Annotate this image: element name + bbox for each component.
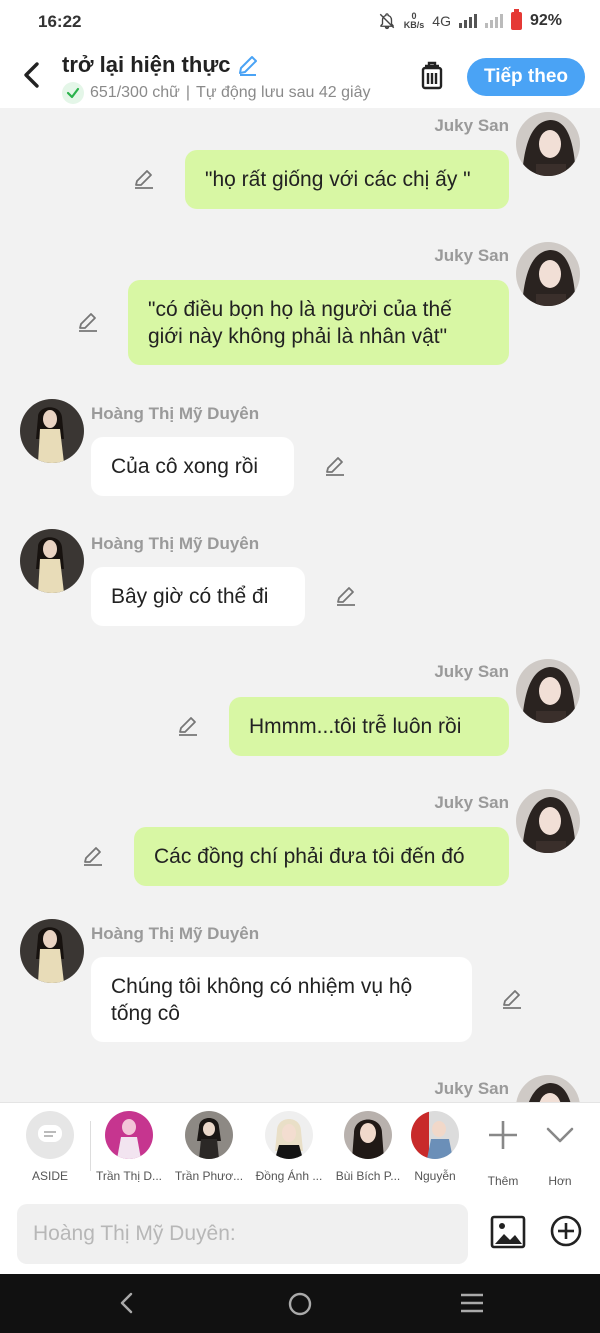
- chat-bubble-icon: [26, 1111, 74, 1159]
- pencil-icon[interactable]: [323, 454, 347, 478]
- add-character-button[interactable]: Thêm: [470, 1111, 536, 1188]
- chevron-down-icon: [546, 1127, 574, 1143]
- nav-home-icon[interactable]: [286, 1290, 314, 1318]
- sender-name: Hoàng Thị Mỹ Duyên: [91, 924, 260, 943]
- pencil-icon[interactable]: [176, 714, 200, 738]
- status-icons: 0 KB/s 4G 92%: [378, 9, 562, 30]
- message-bubble[interactable]: Của cô xong rồi: [91, 437, 294, 496]
- avatar-juky-san[interactable]: [516, 242, 580, 306]
- pencil-icon[interactable]: [132, 167, 156, 191]
- character-avatar: [411, 1111, 459, 1159]
- character-item[interactable]: Trần Phươ...: [170, 1111, 248, 1183]
- character-avatar: [265, 1111, 313, 1159]
- autosave-status: Tự động lưu sau 42 giây: [196, 84, 371, 101]
- character-avatar: [105, 1111, 153, 1159]
- network-type: 4G: [432, 13, 451, 29]
- character-item[interactable]: Bùi Bích P...: [329, 1111, 407, 1183]
- message-bubble[interactable]: "họ rất giống với các chị ấy ": [185, 150, 509, 209]
- sender-name: Juky San: [434, 246, 509, 265]
- character-label: Đồng Ánh ...: [255, 1169, 323, 1183]
- pencil-icon[interactable]: [236, 53, 260, 77]
- word-counter: 651/300 chữ: [90, 84, 180, 101]
- avatar-hoang-thi-my-duyen[interactable]: [20, 919, 84, 983]
- status-time: 16:22: [38, 12, 82, 31]
- battery-icon: [510, 9, 522, 30]
- sender-name: Juky San: [434, 116, 509, 135]
- message-bubble[interactable]: Các đồng chí phải đưa tôi đến đó: [134, 827, 509, 886]
- avatar-juky-san[interactable]: [516, 1075, 580, 1102]
- bell-off-icon: [379, 13, 394, 30]
- avatar-juky-san[interactable]: [516, 789, 580, 853]
- avatar-juky-san[interactable]: [516, 659, 580, 723]
- pencil-icon[interactable]: [76, 310, 100, 334]
- character-toolbar: ASIDE Trần Thị D... Trần Phươ... Đồng Án…: [0, 1102, 600, 1194]
- sender-name: Juky San: [434, 662, 509, 681]
- signal-icon: [458, 14, 477, 28]
- message-bubble[interactable]: Chúng tôi không có nhiệm vụ hộ tống cô: [91, 957, 472, 1042]
- meta-divider: |: [185, 84, 191, 101]
- avatar-hoang-thi-my-duyen[interactable]: [20, 399, 84, 463]
- sender-name: Hoàng Thị Mỹ Duyên: [91, 534, 260, 553]
- sender-name: Juky San: [434, 1079, 509, 1098]
- input-bar: Hoàng Thị Mỹ Duyên:: [0, 1194, 600, 1274]
- character-label: Nguyễn: [414, 1169, 456, 1183]
- character-label: Trần Thị D...: [95, 1169, 163, 1183]
- character-item[interactable]: Trần Thị D...: [90, 1111, 168, 1183]
- net-speed: 0 KB/s: [404, 12, 425, 30]
- story-title[interactable]: trở lại hiện thực: [62, 52, 260, 78]
- sender-name: Juky San: [434, 793, 509, 812]
- image-icon[interactable]: [490, 1214, 526, 1250]
- message-input[interactable]: Hoàng Thị Mỹ Duyên:: [17, 1204, 468, 1264]
- pencil-icon[interactable]: [81, 844, 105, 868]
- add-circle-icon[interactable]: [549, 1214, 583, 1248]
- nav-recents-icon[interactable]: [458, 1290, 486, 1316]
- story-title-text: trở lại hiện thực: [62, 52, 231, 77]
- trash-icon[interactable]: [416, 60, 448, 92]
- character-avatar: [344, 1111, 392, 1159]
- sender-name: Hoàng Thị Mỹ Duyên: [91, 404, 260, 423]
- check-icon: [62, 82, 84, 104]
- pencil-icon[interactable]: [500, 987, 524, 1011]
- character-label: Bùi Bích P...: [335, 1169, 401, 1183]
- battery-level: 92%: [529, 12, 562, 29]
- story-meta: 651/300 chữ | Tự động lưu sau 42 giây: [62, 82, 370, 104]
- message-bubble[interactable]: Hmmm...tôi trễ luôn rồi: [229, 697, 509, 756]
- more-label: Hơn: [548, 1174, 572, 1188]
- app-header: trở lại hiện thực 651/300 chữ | Tự động …: [0, 44, 600, 108]
- character-label: Trần Phươ...: [174, 1169, 244, 1183]
- chat-area[interactable]: Juky San "họ rất giống với các chị ấy " …: [0, 108, 600, 1102]
- character-item[interactable]: Đồng Ánh ...: [250, 1111, 328, 1183]
- net-speed-unit: KB/s: [403, 20, 425, 30]
- nav-back-icon[interactable]: [114, 1290, 140, 1316]
- plus-icon: [489, 1121, 517, 1149]
- next-button[interactable]: Tiếp theo: [467, 58, 585, 96]
- character-aside[interactable]: ASIDE: [11, 1111, 89, 1183]
- status-bar: 16:22 0 KB/s 4G 92%: [0, 0, 600, 44]
- system-nav-bar: [0, 1274, 600, 1333]
- avatar-juky-san[interactable]: [516, 112, 580, 176]
- message-bubble[interactable]: "có điều bọn họ là người của thế giới nà…: [128, 280, 509, 365]
- add-label: Thêm: [487, 1174, 519, 1188]
- character-label: ASIDE: [31, 1169, 68, 1183]
- character-item[interactable]: Nguyễn: [404, 1111, 466, 1183]
- pencil-icon[interactable]: [334, 584, 358, 608]
- message-bubble[interactable]: Bây giờ có thể đi: [91, 567, 305, 626]
- signal-2-icon: [484, 14, 503, 28]
- avatar-hoang-thi-my-duyen[interactable]: [20, 529, 84, 593]
- back-arrow-icon[interactable]: [18, 60, 46, 90]
- character-avatar: [185, 1111, 233, 1159]
- more-button[interactable]: Hơn: [528, 1111, 592, 1188]
